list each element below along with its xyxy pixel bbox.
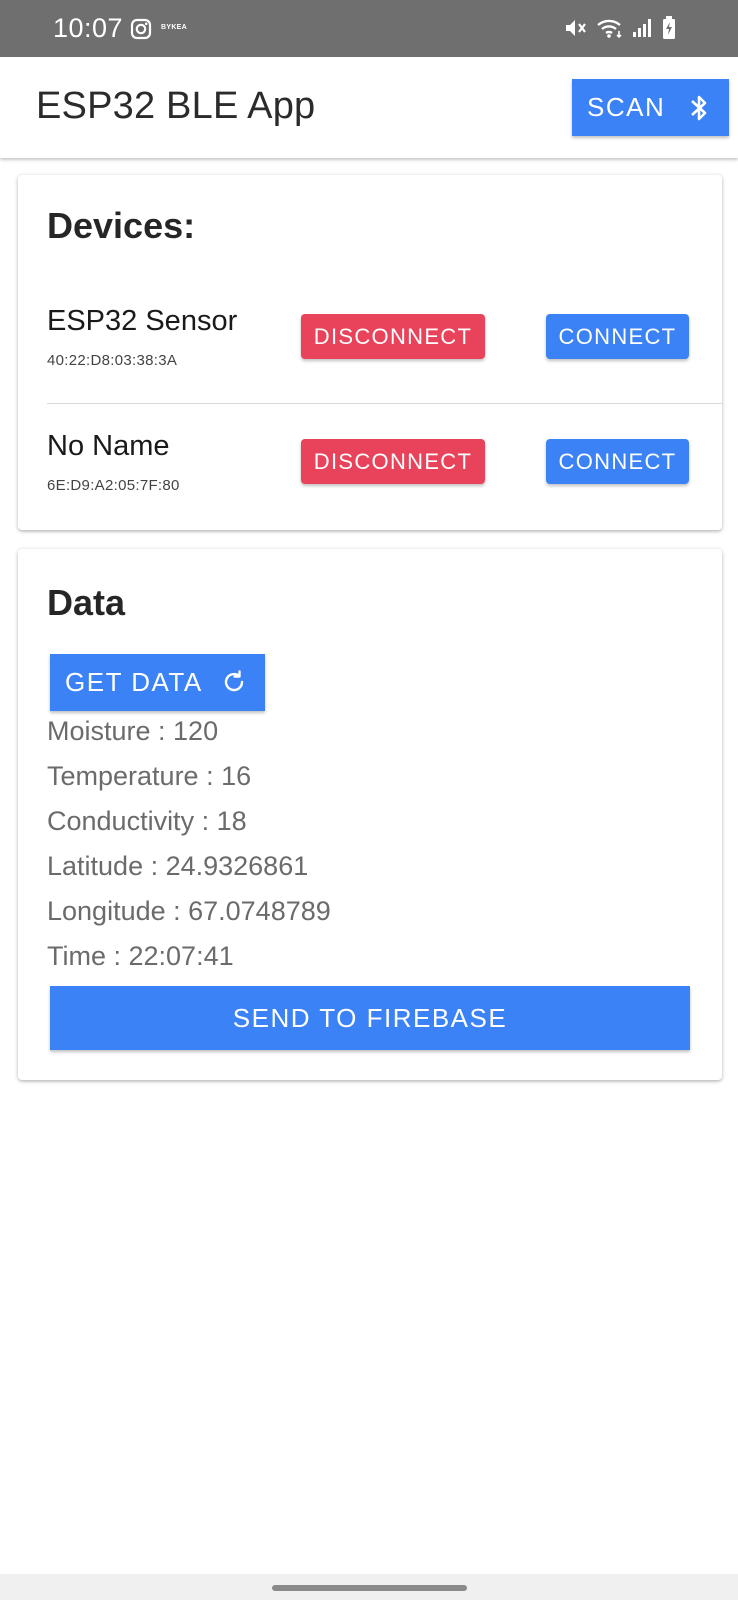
send-to-firebase-button[interactable]: SEND TO FIREBASE xyxy=(50,986,690,1050)
home-handle[interactable] xyxy=(272,1585,467,1591)
get-data-label: GET DATA xyxy=(65,667,203,697)
reading-longitude: Longitude : 67.0748789 xyxy=(47,896,331,926)
status-brand: BYKEA xyxy=(161,24,188,31)
mute-icon xyxy=(564,17,588,39)
reading-moisture: Moisture : 120 xyxy=(47,716,219,746)
signal-icon xyxy=(632,17,654,39)
device-address: 6E:D9:A2:05:7F:80 xyxy=(47,477,180,494)
instagram-icon xyxy=(130,18,152,40)
get-data-button[interactable]: GET DATA xyxy=(50,654,265,711)
scan-button-label: SCAN xyxy=(587,92,666,122)
bluetooth-icon xyxy=(689,92,709,131)
device-name: ESP32 Sensor xyxy=(47,305,238,337)
device-name: No Name xyxy=(47,430,170,462)
device-row: ESP32 Sensor 40:22:D8:03:38:3A DISCONNEC… xyxy=(18,305,722,417)
disconnect-button[interactable]: DISCONNECT xyxy=(301,314,485,359)
device-row: No Name 6E:D9:A2:05:7F:80 DISCONNECT CON… xyxy=(18,430,722,542)
status-bar: 10:07 BYKEA xyxy=(0,0,738,57)
app-title: ESP32 BLE App xyxy=(36,85,316,127)
device-divider xyxy=(47,403,722,404)
reading-conductivity: Conductivity : 18 xyxy=(47,806,247,836)
status-icons xyxy=(564,16,676,40)
scan-button[interactable]: SCAN xyxy=(572,79,729,136)
nav-bar xyxy=(0,1574,738,1600)
connect-button[interactable]: CONNECT xyxy=(546,314,689,359)
status-time: 10:07 xyxy=(53,13,124,43)
reading-temperature: Temperature : 16 xyxy=(47,761,252,791)
disconnect-button[interactable]: DISCONNECT xyxy=(301,439,485,484)
data-card: Data GET DATA Moisture : 120 Temperature… xyxy=(18,549,722,1080)
device-address: 40:22:D8:03:38:3A xyxy=(47,352,178,369)
reading-time: Time : 22:07:41 xyxy=(47,941,234,971)
devices-card: Devices: ESP32 Sensor 40:22:D8:03:38:3A … xyxy=(18,175,722,530)
wifi-icon xyxy=(596,17,624,39)
battery-charging-icon xyxy=(662,16,676,40)
data-heading: Data xyxy=(47,582,126,623)
refresh-icon xyxy=(220,668,248,703)
devices-heading: Devices: xyxy=(47,205,196,246)
reading-latitude: Latitude : 24.9326861 xyxy=(47,851,309,881)
connect-button[interactable]: CONNECT xyxy=(546,439,689,484)
app-bar: ESP32 BLE App SCAN xyxy=(0,57,738,158)
